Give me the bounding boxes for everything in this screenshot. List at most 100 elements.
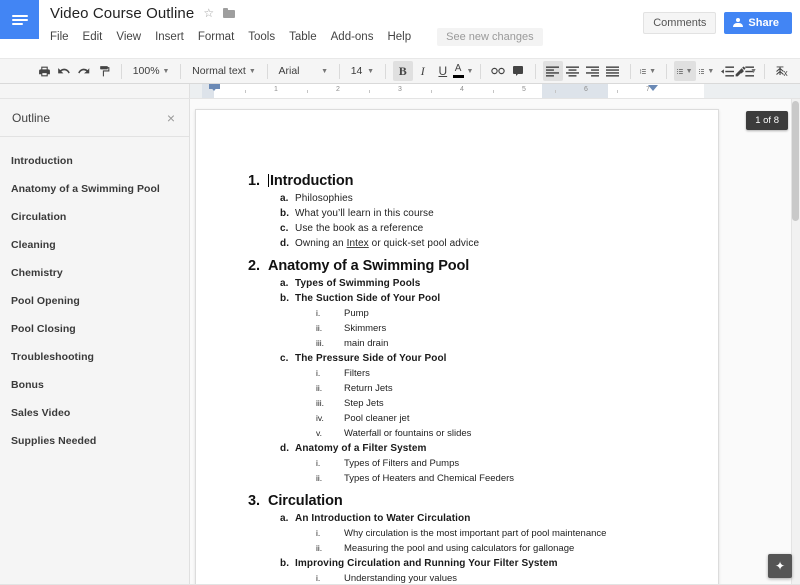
sub-list-item[interactable]: iii. Step Jets (316, 396, 678, 411)
heading-level1[interactable]: 3. Circulation (248, 492, 678, 511)
sub-list-item[interactable]: iv. Pool cleaner jet (316, 411, 678, 426)
right-indent-marker[interactable] (648, 85, 658, 91)
italic-button[interactable]: I (413, 61, 433, 81)
document-canvas[interactable]: 1. Introduction a. Philosophies b. What … (190, 99, 800, 584)
zoom-select[interactable]: 100% ▼ (129, 61, 174, 81)
sidebar-item-bonus[interactable]: Bonus (0, 371, 189, 399)
app-header: Video Course Outline ☆ File Edit View In… (0, 0, 800, 58)
sidebar-item-chemistry[interactable]: Chemistry (0, 259, 189, 287)
menu-item-insert[interactable]: Insert (155, 29, 192, 45)
sub-list-item[interactable]: iii. main drain (316, 336, 678, 351)
left-indent-marker[interactable] (209, 85, 219, 91)
sub-list-text: Pool cleaner jet (344, 413, 410, 424)
sidebar-item-circulation[interactable]: Circulation (0, 203, 189, 231)
sidebar-item-pool-closing[interactable]: Pool Closing (0, 315, 189, 343)
underline-button[interactable]: U (433, 61, 453, 81)
menu-item-addons[interactable]: Add-ons (331, 29, 382, 45)
print-icon[interactable] (34, 61, 54, 81)
menu-item-help[interactable]: Help (387, 29, 419, 45)
scrollbar-thumb[interactable] (792, 101, 799, 221)
list-number: b. (280, 293, 290, 304)
list-item[interactable]: d. Owning an Intex or quick-set pool adv… (280, 236, 678, 251)
align-left-button[interactable] (542, 61, 563, 81)
list-item[interactable]: a. Philosophies (280, 191, 678, 206)
sub-list-item[interactable]: i. Pump (316, 306, 678, 321)
menu-item-format[interactable]: Format (198, 29, 242, 45)
list-item[interactable]: a. An Introduction to Water Circulation (280, 511, 678, 526)
sub-list-item[interactable]: v. Waterfall or fountains or slides (316, 426, 678, 441)
menu-item-table[interactable]: Table (289, 29, 325, 45)
editing-mode-button[interactable]: ▼ (731, 61, 760, 81)
sub-list-item[interactable]: i. Types of Filters and Pumps (316, 456, 678, 471)
bulleted-list-button[interactable]: ▼ (696, 61, 718, 81)
menu-item-view[interactable]: View (116, 29, 149, 45)
sidebar-item-cleaning[interactable]: Cleaning (0, 231, 189, 259)
list-number: iii. (316, 398, 325, 408)
formatting-toolbar: 100% ▼ Normal text ▼ Arial ▼ 14 ▼ B I U … (0, 58, 800, 84)
sub-list-item[interactable]: ii. Skimmers (316, 321, 678, 336)
sub-list-item[interactable]: ii. Types of Heaters and Chemical Feeder… (316, 471, 678, 486)
see-new-changes-button[interactable]: See new changes (437, 28, 543, 46)
align-center-button[interactable] (563, 61, 583, 81)
main-area: Outline × Introduction Anatomy of a Swim… (0, 99, 800, 584)
sidebar-item-supplies-needed[interactable]: Supplies Needed (0, 427, 189, 455)
list-item[interactable]: d. Anatomy of a Filter System (280, 441, 678, 456)
heading-level1[interactable]: 1. Introduction (248, 172, 678, 191)
paint-format-icon[interactable] (94, 61, 114, 81)
vertical-scrollbar[interactable] (791, 99, 800, 584)
close-icon[interactable]: × (167, 111, 175, 125)
chevron-down-icon: ▼ (750, 67, 757, 75)
sidebar-item-anatomy[interactable]: Anatomy of a Swimming Pool (0, 175, 189, 203)
star-icon[interactable]: ☆ (203, 7, 214, 19)
list-text: The Pressure Side of Your Pool (295, 353, 447, 364)
ruler-track[interactable]: 1 2 3 4 5 6 7 (190, 84, 800, 98)
font-family-select[interactable]: Arial ▼ (274, 61, 332, 81)
list-item[interactable]: b. The Suction Side of Your Pool (280, 291, 678, 306)
sidebar-item-sales-video[interactable]: Sales Video (0, 399, 189, 427)
sidebar-item-introduction[interactable]: Introduction (0, 147, 189, 175)
sidebar-item-troubleshooting[interactable]: Troubleshooting (0, 343, 189, 371)
sidebar-item-pool-opening[interactable]: Pool Opening (0, 287, 189, 315)
sub-list-item[interactable]: ii. Measuring the pool and using calcula… (316, 541, 678, 556)
add-comment-icon[interactable] (508, 61, 528, 81)
text-color-button[interactable]: A ▼ (452, 61, 473, 81)
paragraph-style-select[interactable]: Normal text ▼ (188, 61, 260, 81)
menu-item-tools[interactable]: Tools (248, 29, 283, 45)
sub-list-item[interactable]: i. Filters (316, 366, 678, 381)
chevron-down-icon: ▼ (649, 67, 657, 75)
document-body[interactable]: 1. Introduction a. Philosophies b. What … (196, 110, 718, 584)
list-item[interactable]: c. Use the book as a reference (280, 221, 678, 236)
align-right-button[interactable] (583, 61, 603, 81)
explore-button[interactable]: ✦ (768, 554, 792, 578)
folder-icon[interactable] (223, 8, 236, 18)
list-item[interactable]: b. Improving Circulation and Running You… (280, 556, 678, 571)
text-cursor (268, 174, 269, 187)
sub-list-item[interactable]: i. Understanding your values (316, 571, 678, 584)
list-item[interactable]: b. What you’ll learn in this course (280, 206, 678, 221)
line-spacing-button[interactable]: ▼ (637, 61, 659, 81)
share-button[interactable]: Share (724, 12, 792, 34)
redo-icon[interactable] (74, 61, 94, 81)
ruler-number: 5 (522, 86, 526, 93)
document-page[interactable]: 1. Introduction a. Philosophies b. What … (195, 109, 719, 584)
undo-icon[interactable] (54, 61, 74, 81)
sub-list-item[interactable]: ii. Return Jets (316, 381, 678, 396)
collapse-toolbar-button[interactable] (770, 61, 790, 81)
bold-button[interactable]: B (392, 61, 413, 81)
font-size-select[interactable]: 14 ▼ (347, 61, 378, 81)
list-item[interactable]: c. The Pressure Side of Your Pool (280, 351, 678, 366)
ruler-number: 1 (274, 86, 278, 93)
align-justify-button[interactable] (603, 61, 623, 81)
numbered-list-button[interactable]: ▼ (673, 61, 696, 81)
google-docs-logo[interactable] (0, 0, 39, 39)
ruler-number: 6 (584, 86, 588, 93)
heading-level1[interactable]: 2. Anatomy of a Swimming Pool (248, 257, 678, 276)
insert-link-icon[interactable] (488, 61, 508, 81)
menu-item-file[interactable]: File (50, 29, 77, 45)
list-item[interactable]: a. Types of Swimming Pools (280, 276, 678, 291)
sub-list-item[interactable]: i. Why circulation is the most important… (316, 526, 678, 541)
menu-item-edit[interactable]: Edit (83, 29, 111, 45)
spellcheck-underlined-word[interactable]: Intex (347, 238, 369, 249)
comments-button[interactable]: Comments (643, 12, 717, 34)
page-title[interactable]: Video Course Outline (50, 5, 194, 22)
